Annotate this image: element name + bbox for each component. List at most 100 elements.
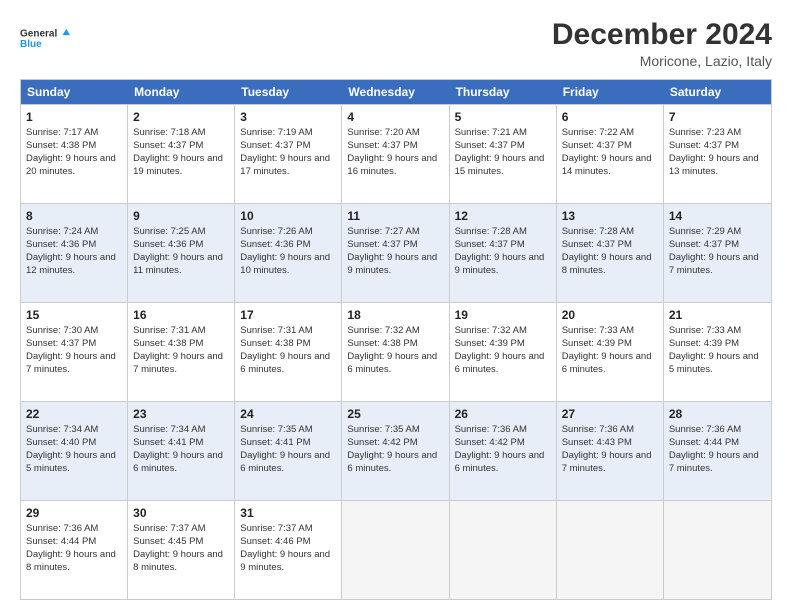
- sunset-label: Sunset: 4:36 PM: [133, 239, 203, 250]
- day-cell-25: 25 Sunrise: 7:35 AM Sunset: 4:42 PM Dayl…: [342, 402, 449, 500]
- header-day-wednesday: Wednesday: [342, 80, 449, 104]
- sunrise-label: Sunrise: 7:21 AM: [455, 127, 527, 138]
- day-cell-14: 14 Sunrise: 7:29 AM Sunset: 4:37 PM Dayl…: [664, 204, 771, 302]
- day-cell-30: 30 Sunrise: 7:37 AM Sunset: 4:45 PM Dayl…: [128, 501, 235, 599]
- sunset-label: Sunset: 4:42 PM: [347, 437, 417, 448]
- daylight-label: Daylight: 9 hours and 6 minutes.: [562, 351, 652, 375]
- sunrise-label: Sunrise: 7:37 AM: [133, 523, 205, 534]
- sunset-label: Sunset: 4:37 PM: [133, 140, 203, 151]
- daylight-label: Daylight: 9 hours and 7 minutes.: [669, 252, 759, 276]
- daylight-label: Daylight: 9 hours and 6 minutes.: [240, 450, 330, 474]
- sunset-label: Sunset: 4:37 PM: [455, 239, 525, 250]
- empty-cell: [342, 501, 449, 599]
- sunrise-label: Sunrise: 7:32 AM: [455, 325, 527, 336]
- sunset-label: Sunset: 4:44 PM: [669, 437, 739, 448]
- daylight-label: Daylight: 9 hours and 14 minutes.: [562, 153, 652, 177]
- sunrise-label: Sunrise: 7:28 AM: [562, 226, 634, 237]
- week-row-2: 8 Sunrise: 7:24 AM Sunset: 4:36 PM Dayli…: [21, 203, 771, 302]
- week-row-5: 29 Sunrise: 7:36 AM Sunset: 4:44 PM Dayl…: [21, 500, 771, 599]
- day-number: 5: [455, 109, 551, 125]
- page: General Blue December 2024 Moricone, Laz…: [0, 0, 792, 612]
- sunrise-label: Sunrise: 7:31 AM: [133, 325, 205, 336]
- daylight-label: Daylight: 9 hours and 6 minutes.: [240, 351, 330, 375]
- daylight-label: Daylight: 9 hours and 6 minutes.: [133, 450, 223, 474]
- day-number: 26: [455, 406, 551, 422]
- sunrise-label: Sunrise: 7:29 AM: [669, 226, 741, 237]
- day-number: 23: [133, 406, 229, 422]
- sunset-label: Sunset: 4:46 PM: [240, 536, 310, 547]
- svg-text:Blue: Blue: [20, 39, 42, 50]
- sunset-label: Sunset: 4:36 PM: [240, 239, 310, 250]
- sunset-label: Sunset: 4:38 PM: [26, 140, 96, 151]
- day-number: 24: [240, 406, 336, 422]
- sunset-label: Sunset: 4:38 PM: [240, 338, 310, 349]
- sunrise-label: Sunrise: 7:34 AM: [133, 424, 205, 435]
- sunrise-label: Sunrise: 7:27 AM: [347, 226, 419, 237]
- daylight-label: Daylight: 9 hours and 12 minutes.: [26, 252, 116, 276]
- header-day-monday: Monday: [128, 80, 235, 104]
- sunrise-label: Sunrise: 7:36 AM: [562, 424, 634, 435]
- sunrise-label: Sunrise: 7:33 AM: [669, 325, 741, 336]
- sunrise-label: Sunrise: 7:37 AM: [240, 523, 312, 534]
- calendar-header: SundayMondayTuesdayWednesdayThursdayFrid…: [21, 80, 771, 104]
- header-day-saturday: Saturday: [664, 80, 771, 104]
- day-number: 30: [133, 505, 229, 521]
- empty-cell: [450, 501, 557, 599]
- sunset-label: Sunset: 4:37 PM: [562, 140, 632, 151]
- sunrise-label: Sunrise: 7:18 AM: [133, 127, 205, 138]
- daylight-label: Daylight: 9 hours and 9 minutes.: [455, 252, 545, 276]
- day-number: 21: [669, 307, 766, 323]
- day-cell-23: 23 Sunrise: 7:34 AM Sunset: 4:41 PM Dayl…: [128, 402, 235, 500]
- sunrise-label: Sunrise: 7:20 AM: [347, 127, 419, 138]
- day-cell-28: 28 Sunrise: 7:36 AM Sunset: 4:44 PM Dayl…: [664, 402, 771, 500]
- sunrise-label: Sunrise: 7:24 AM: [26, 226, 98, 237]
- day-number: 12: [455, 208, 551, 224]
- daylight-label: Daylight: 9 hours and 7 minutes.: [26, 351, 116, 375]
- daylight-label: Daylight: 9 hours and 19 minutes.: [133, 153, 223, 177]
- day-number: 27: [562, 406, 658, 422]
- header-day-friday: Friday: [557, 80, 664, 104]
- sunset-label: Sunset: 4:37 PM: [26, 338, 96, 349]
- header-day-tuesday: Tuesday: [235, 80, 342, 104]
- day-number: 1: [26, 109, 122, 125]
- day-cell-13: 13 Sunrise: 7:28 AM Sunset: 4:37 PM Dayl…: [557, 204, 664, 302]
- day-number: 3: [240, 109, 336, 125]
- sunset-label: Sunset: 4:38 PM: [133, 338, 203, 349]
- sunset-label: Sunset: 4:42 PM: [455, 437, 525, 448]
- sunset-label: Sunset: 4:40 PM: [26, 437, 96, 448]
- day-cell-4: 4 Sunrise: 7:20 AM Sunset: 4:37 PM Dayli…: [342, 105, 449, 203]
- daylight-label: Daylight: 9 hours and 10 minutes.: [240, 252, 330, 276]
- sunrise-label: Sunrise: 7:36 AM: [455, 424, 527, 435]
- sunrise-label: Sunrise: 7:35 AM: [240, 424, 312, 435]
- sunset-label: Sunset: 4:37 PM: [240, 140, 310, 151]
- title-area: December 2024 Moricone, Lazio, Italy: [552, 18, 772, 69]
- sunset-label: Sunset: 4:37 PM: [669, 140, 739, 151]
- day-cell-7: 7 Sunrise: 7:23 AM Sunset: 4:37 PM Dayli…: [664, 105, 771, 203]
- day-number: 17: [240, 307, 336, 323]
- header-day-sunday: Sunday: [21, 80, 128, 104]
- sunset-label: Sunset: 4:39 PM: [455, 338, 525, 349]
- sunrise-label: Sunrise: 7:36 AM: [669, 424, 741, 435]
- sunrise-label: Sunrise: 7:25 AM: [133, 226, 205, 237]
- sunset-label: Sunset: 4:37 PM: [455, 140, 525, 151]
- day-number: 8: [26, 208, 122, 224]
- sunrise-label: Sunrise: 7:33 AM: [562, 325, 634, 336]
- sunset-label: Sunset: 4:41 PM: [133, 437, 203, 448]
- calendar-body: 1 Sunrise: 7:17 AM Sunset: 4:38 PM Dayli…: [21, 104, 771, 599]
- daylight-label: Daylight: 9 hours and 8 minutes.: [562, 252, 652, 276]
- sunset-label: Sunset: 4:41 PM: [240, 437, 310, 448]
- day-number: 6: [562, 109, 658, 125]
- sunrise-label: Sunrise: 7:32 AM: [347, 325, 419, 336]
- day-number: 19: [455, 307, 551, 323]
- sunset-label: Sunset: 4:39 PM: [562, 338, 632, 349]
- week-row-4: 22 Sunrise: 7:34 AM Sunset: 4:40 PM Dayl…: [21, 401, 771, 500]
- daylight-label: Daylight: 9 hours and 13 minutes.: [669, 153, 759, 177]
- day-number: 16: [133, 307, 229, 323]
- daylight-label: Daylight: 9 hours and 8 minutes.: [133, 549, 223, 573]
- daylight-label: Daylight: 9 hours and 20 minutes.: [26, 153, 116, 177]
- sunset-label: Sunset: 4:45 PM: [133, 536, 203, 547]
- daylight-label: Daylight: 9 hours and 17 minutes.: [240, 153, 330, 177]
- generalblue-logo-icon: General Blue: [20, 18, 70, 56]
- day-number: 9: [133, 208, 229, 224]
- day-cell-26: 26 Sunrise: 7:36 AM Sunset: 4:42 PM Dayl…: [450, 402, 557, 500]
